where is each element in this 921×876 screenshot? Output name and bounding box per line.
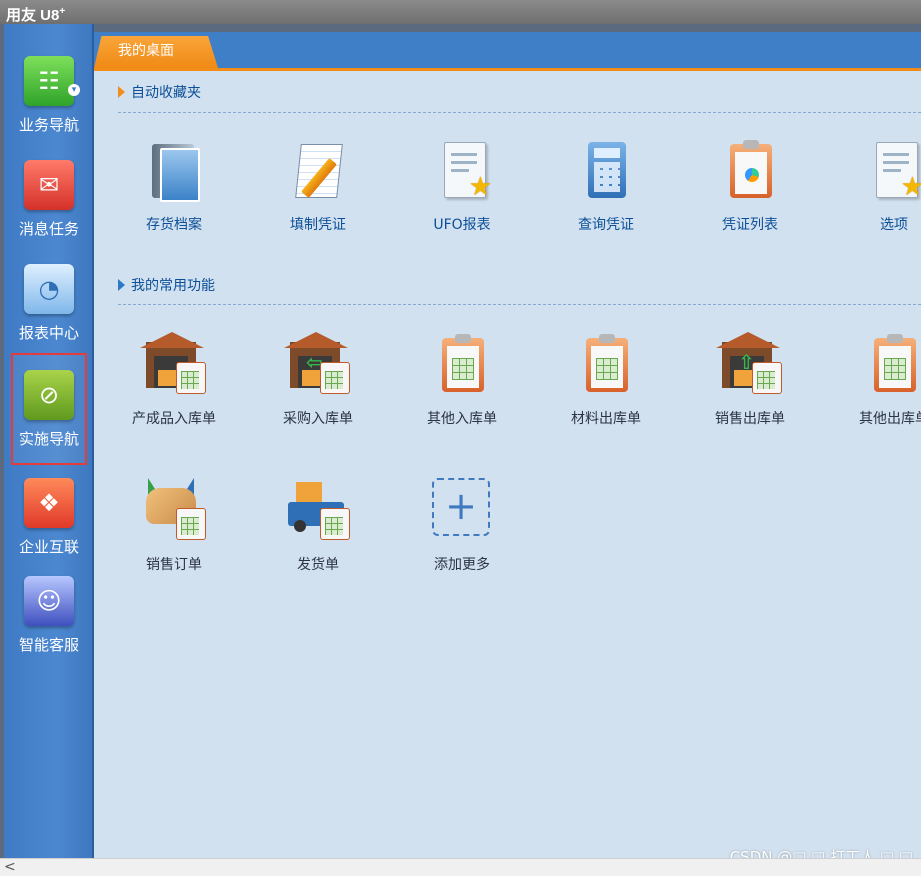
support-agent-icon: ☺ bbox=[24, 576, 74, 626]
tile-add-more[interactable]: + 添加更多 bbox=[402, 478, 522, 588]
desktop-content: 我的桌面 自动收藏夹 存货档案 填制凭证 ★ UFO报表 查询凭证 凭证列表 ★… bbox=[94, 32, 921, 858]
other-outbound-icon bbox=[862, 332, 921, 396]
nav-item-implementation[interactable]: ⊘ 实施导航 bbox=[11, 353, 87, 465]
nav-item-enterprise[interactable]: ❖ 企业互联 bbox=[12, 468, 86, 558]
options-icon: ★ bbox=[862, 138, 921, 202]
tile-label: 材料出库单 bbox=[571, 411, 641, 427]
add-more-icon: + bbox=[430, 478, 494, 542]
tile-label: 存货档案 bbox=[146, 217, 202, 233]
delivery-note-icon bbox=[286, 478, 350, 542]
inventory-file-icon bbox=[142, 138, 206, 202]
tab-my-desktop[interactable]: 我的桌面 bbox=[94, 36, 218, 68]
divider bbox=[118, 304, 921, 305]
divider bbox=[118, 112, 921, 113]
nav-item-support[interactable]: ☺ 智能客服 bbox=[12, 566, 86, 656]
sales-order-icon bbox=[142, 478, 206, 542]
title-bar: 用友 U8+ bbox=[0, 0, 921, 24]
material-outbound-icon bbox=[574, 332, 638, 396]
tile-label: 填制凭证 bbox=[290, 217, 346, 233]
message-task-icon: ✉ bbox=[24, 160, 74, 210]
tile-label: 其他出库单 bbox=[859, 411, 921, 427]
tile-other-outbound[interactable]: 其他出库单 bbox=[834, 332, 921, 442]
tile-delivery-note[interactable]: 发货单 bbox=[258, 478, 378, 588]
u8-app-window: 用友 U8+ ☷ ▾ 业务导航 ✉ 消息任务 ◔ 报表中心 ⊘ 实施导航 ❖ 企… bbox=[0, 0, 921, 876]
tile-sales-order[interactable]: 销售订单 bbox=[114, 478, 234, 588]
business-nav-icon: ☷ ▾ bbox=[24, 56, 80, 106]
other-inbound-icon bbox=[430, 332, 494, 396]
tile-label: 销售订单 bbox=[146, 557, 202, 573]
tile-label: 凭证列表 bbox=[722, 217, 778, 233]
app-title: 用友 U8 bbox=[6, 7, 60, 24]
voucher-list-icon bbox=[718, 138, 782, 202]
tile-label: 其他入库单 bbox=[427, 411, 497, 427]
chevron-down-icon[interactable]: ▾ bbox=[68, 84, 80, 96]
tile-label: 采购入库单 bbox=[283, 411, 353, 427]
report-center-icon: ◔ bbox=[24, 264, 74, 314]
tile-other-inbound[interactable]: 其他入库单 bbox=[402, 332, 522, 442]
tile-sales-outbound[interactable]: ⇧ 销售出库单 bbox=[690, 332, 810, 442]
tile-voucher-list[interactable]: 凭证列表 bbox=[690, 138, 810, 248]
tile-purchase-inbound[interactable]: ⇦ 采购入库单 bbox=[258, 332, 378, 442]
tab-bar: 我的桌面 bbox=[94, 32, 921, 71]
tile-finished-goods-inbound[interactable]: 产成品入库单 bbox=[114, 332, 234, 442]
scroll-left-icon[interactable]: < bbox=[4, 859, 16, 875]
expand-arrow-icon bbox=[118, 279, 125, 291]
nav-item-messages[interactable]: ✉ 消息任务 bbox=[12, 150, 86, 240]
finished-goods-inbound-icon bbox=[140, 332, 206, 396]
section-title-text: 自动收藏夹 bbox=[131, 85, 201, 101]
query-voucher-icon bbox=[574, 138, 638, 202]
tile-label: 查询凭证 bbox=[578, 217, 634, 233]
tile-query-voucher[interactable]: 查询凭证 bbox=[546, 138, 666, 248]
compass-icon: ⊘ bbox=[24, 370, 74, 420]
tile-label: 产成品入库单 bbox=[132, 411, 216, 427]
tile-inventory-file[interactable]: 存货档案 bbox=[114, 138, 234, 248]
nav-label: 消息任务 bbox=[18, 220, 79, 238]
nav-label: 业务导航 bbox=[18, 116, 79, 134]
tile-ufo-report[interactable]: ★ UFO报表 bbox=[402, 138, 522, 248]
tile-label: 发货单 bbox=[297, 557, 339, 573]
expand-arrow-icon bbox=[118, 86, 125, 98]
nav-label: 实施导航 bbox=[18, 430, 79, 448]
nav-item-reports[interactable]: ◔ 报表中心 bbox=[12, 254, 86, 344]
tile-label: 销售出库单 bbox=[715, 411, 785, 427]
sales-outbound-icon: ⇧ bbox=[716, 332, 782, 396]
tile-options[interactable]: ★ 选项 bbox=[834, 138, 921, 248]
purchase-inbound-icon: ⇦ bbox=[284, 332, 350, 396]
nav-label: 智能客服 bbox=[18, 636, 79, 654]
nav-label: 报表中心 bbox=[18, 324, 79, 342]
nav-label: 企业互联 bbox=[18, 538, 79, 556]
nav-item-business[interactable]: ☷ ▾ 业务导航 bbox=[12, 46, 86, 136]
section-title-favorites[interactable]: 自动收藏夹 bbox=[118, 82, 201, 104]
ufo-report-icon: ★ bbox=[430, 138, 494, 202]
section-title-common[interactable]: 我的常用功能 bbox=[118, 275, 215, 297]
horizontal-scrollbar[interactable]: < bbox=[0, 858, 921, 876]
tile-label: UFO报表 bbox=[433, 217, 491, 233]
section-title-text: 我的常用功能 bbox=[131, 278, 215, 294]
tile-fill-voucher[interactable]: 填制凭证 bbox=[258, 138, 378, 248]
left-nav: ☷ ▾ 业务导航 ✉ 消息任务 ◔ 报表中心 ⊘ 实施导航 ❖ 企业互联 ☺ 智… bbox=[4, 24, 94, 858]
fill-voucher-icon bbox=[286, 138, 350, 202]
tile-material-outbound[interactable]: 材料出库单 bbox=[546, 332, 666, 442]
enterprise-link-icon: ❖ bbox=[24, 478, 74, 528]
tile-label: 添加更多 bbox=[434, 557, 490, 573]
app-title-plus: + bbox=[59, 6, 66, 17]
tile-label: 选项 bbox=[880, 217, 908, 233]
